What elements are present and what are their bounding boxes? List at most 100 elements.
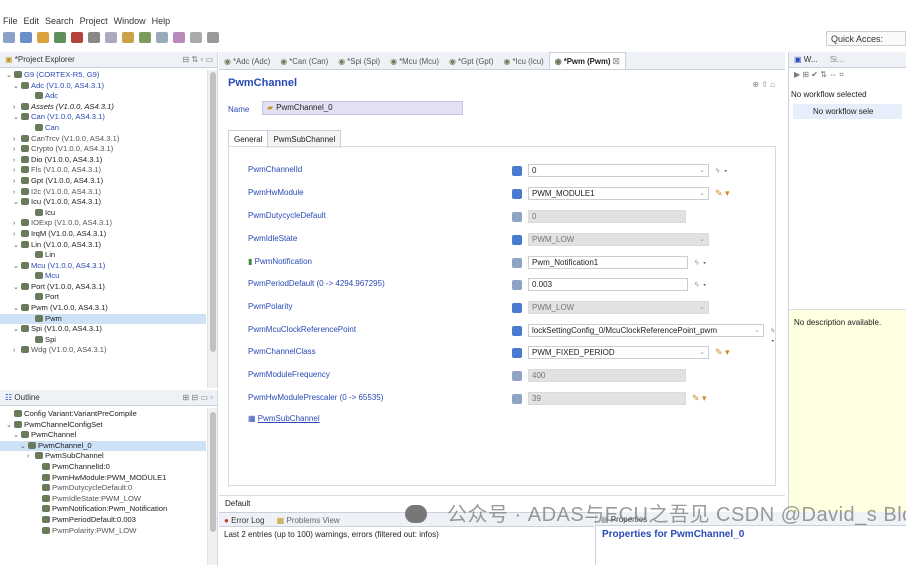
param-actions-icon[interactable]: ᛃ ▾ xyxy=(694,279,707,289)
tree-item[interactable]: Pwm xyxy=(0,313,206,325)
tree-item[interactable]: › CanTrcv (V1.0.0, AS4.3.1) xyxy=(0,134,206,145)
outline-scrollbar[interactable] xyxy=(207,408,217,565)
scroll-thumb[interactable] xyxy=(210,72,216,352)
tree-item[interactable]: › Fls (V1.0.0, AS4.3.1) xyxy=(0,165,206,176)
expand-chevron-icon[interactable]: ⌄ xyxy=(13,113,21,124)
param-value-field[interactable]: PWM_MODULE1 ⌄ xyxy=(528,187,709,200)
dropdown-arrow-icon[interactable]: ⌄ xyxy=(699,166,705,174)
editor-tab[interactable]: ◉ *Can (Can) xyxy=(275,53,333,69)
menu-help[interactable]: Help xyxy=(152,0,171,28)
name-field[interactable]: ▰ PwmChannel_0 xyxy=(262,101,463,115)
menu-search[interactable]: Search xyxy=(45,0,74,28)
expand-chevron-icon[interactable]: ⌄ xyxy=(13,241,21,252)
sub-channel-link-row[interactable]: ▦ PwmSubChannel xyxy=(248,414,320,423)
param-actions-icon[interactable]: ✎ ▾ xyxy=(715,347,730,358)
param-value-field[interactable]: 0 xyxy=(528,210,686,223)
editor-tab[interactable]: ◉ *Spi (Spi) xyxy=(333,53,385,69)
tree-item[interactable]: › Dio (V1.0.0, AS4.3.1) xyxy=(0,155,206,166)
tree-item[interactable]: Mcu xyxy=(0,271,206,282)
param-actions-icon[interactable]: ᛃ ▾ xyxy=(694,257,707,267)
no-workflow-selection[interactable]: No workflow sele xyxy=(793,104,902,119)
editor-tab[interactable]: ◉ *Mcu (Mcu) xyxy=(385,53,444,69)
tree-item[interactable]: › Assets (V1.0.0, AS4.3.1) xyxy=(0,102,206,113)
tree-item[interactable]: ⌄ Mcu (V1.0.0, AS4.3.1) xyxy=(0,261,206,272)
project-tree-scrollbar[interactable] xyxy=(207,70,217,388)
tree-item[interactable]: PwmChannelId:0 xyxy=(0,462,206,473)
collapse-chevron-icon[interactable]: › xyxy=(13,177,21,188)
editor-header-icons[interactable]: ⊕ ⇧ ⌂ xyxy=(752,80,775,89)
tree-item[interactable]: › Gpt (V1.0.0, AS4.3.1) xyxy=(0,176,206,187)
param-actions-icon[interactable]: ✎ ▾ xyxy=(715,188,730,199)
dropdown-arrow-icon[interactable]: ⌄ xyxy=(699,303,705,311)
tree-item[interactable]: ⌄ Spi (V1.0.0, AS4.3.1) xyxy=(0,324,206,335)
outline-actions-icon[interactable]: ⊞ ⊟ ▭ ▫ xyxy=(179,390,217,405)
tab-error-log[interactable]: ● Error Log xyxy=(219,513,269,526)
expand-chevron-icon[interactable]: ⌄ xyxy=(13,262,21,273)
tree-item[interactable]: › Wdg (V1.0.0, AS4.3.1) xyxy=(0,345,206,356)
param-value-field[interactable]: 0 ⌄ xyxy=(528,164,709,177)
menu-file[interactable]: File xyxy=(3,0,18,28)
toolbar-button-icon[interactable] xyxy=(207,32,219,43)
tree-item[interactable]: PwmIdleState:PWM_LOW xyxy=(0,494,206,505)
menu-window[interactable]: Window xyxy=(114,0,146,28)
toolbar-button-icon[interactable] xyxy=(105,32,117,43)
tree-item[interactable]: ⌄ Port (V1.0.0, AS4.3.1) xyxy=(0,282,206,293)
tree-item[interactable]: Icu xyxy=(0,208,206,219)
toolbar-button-icon[interactable] xyxy=(173,32,185,43)
toolbar-button-icon[interactable] xyxy=(37,32,49,43)
tree-item[interactable]: ⌄ PwmChannel xyxy=(0,430,206,441)
param-actions-icon[interactable]: ✎ ▾ xyxy=(692,393,707,404)
toolbar-button-icon[interactable] xyxy=(122,32,134,43)
tab-si[interactable]: Si... xyxy=(825,52,849,67)
editor-tab[interactable]: ◉ *Gpt (Gpt) xyxy=(444,53,499,69)
toolbar-button-icon[interactable] xyxy=(71,32,83,43)
tab-problems-view[interactable]: ▦ Problems View xyxy=(272,513,345,526)
tree-item[interactable]: › Crypto (V1.0.0, AS4.3.1) xyxy=(0,144,206,155)
param-value-field[interactable]: PWM_LOW ⌄ xyxy=(528,301,709,314)
tree-item[interactable]: ⌄ PwmChannel_0 xyxy=(0,440,206,452)
pwm-sub-channel-link[interactable]: PwmSubChannel xyxy=(258,414,320,423)
param-actions-icon[interactable]: ᛃ ▾ xyxy=(715,165,728,175)
tree-item[interactable]: ⌄ Lin (V1.0.0, AS4.3.1) xyxy=(0,240,206,251)
toolbar-button-icon[interactable] xyxy=(139,32,151,43)
param-value-field[interactable]: 0.003 xyxy=(528,278,688,291)
close-tab-icon[interactable]: ☒ xyxy=(610,57,620,66)
scroll-thumb[interactable] xyxy=(210,412,216,532)
quick-access-input[interactable]: Quick Acces: xyxy=(826,31,906,46)
tree-item[interactable]: › PwmSubChannel xyxy=(0,451,206,462)
param-actions-icon[interactable]: ᛃ ▾ xyxy=(770,325,775,345)
tree-item[interactable]: Port xyxy=(0,292,206,303)
param-value-field[interactable]: 39 xyxy=(528,392,686,405)
param-value-field[interactable]: Pwm_Notification1 xyxy=(528,256,688,269)
editor-tab[interactable]: ◉ *Adc (Adc) xyxy=(219,53,275,69)
collapse-chevron-icon[interactable]: › xyxy=(13,230,21,241)
expand-chevron-icon[interactable]: ⌄ xyxy=(13,198,21,209)
tree-item[interactable]: Spi xyxy=(0,335,206,346)
menu-edit[interactable]: Edit xyxy=(24,0,40,28)
dropdown-arrow-icon[interactable]: ⌄ xyxy=(699,235,705,243)
tab-workflow[interactable]: ▣ W... xyxy=(789,52,823,67)
toolbar-button-icon[interactable] xyxy=(190,32,202,43)
tree-item[interactable]: › IrqM (V1.0.0, AS4.3.1) xyxy=(0,229,206,240)
toolbar-button-icon[interactable] xyxy=(54,32,66,43)
tree-item[interactable]: Can xyxy=(0,123,206,134)
tree-item[interactable]: ⌄ PwmChannelConfigSet xyxy=(0,420,206,431)
toolbar-button-icon[interactable] xyxy=(3,32,15,43)
collapse-chevron-icon[interactable]: › xyxy=(13,346,21,357)
expand-chevron-icon[interactable]: ⌄ xyxy=(13,283,21,294)
menu-project[interactable]: Project xyxy=(80,0,108,28)
tree-item[interactable]: Config Variant:VariantPreCompile xyxy=(0,409,206,420)
expand-chevron-icon[interactable]: ⌄ xyxy=(13,304,21,315)
tree-item[interactable]: ⌄ Adc (V1.0.0, AS4.3.1) xyxy=(0,81,206,92)
expand-chevron-icon[interactable]: ⌄ xyxy=(13,325,21,336)
tree-item[interactable]: Adc xyxy=(0,91,206,102)
tree-item[interactable]: PwmHwModule:PWM_MODULE1 xyxy=(0,473,206,484)
view-menu-icon[interactable]: ⊟ ⇅ ▫ ▭ xyxy=(179,52,217,67)
tree-item[interactable]: Lin xyxy=(0,250,206,261)
dropdown-arrow-icon[interactable]: ⌄ xyxy=(699,189,705,197)
tree-item[interactable]: PwmPeriodDefault:0.003 xyxy=(0,515,206,526)
editor-tab[interactable]: ◉ *Icu (Icu) xyxy=(499,53,549,69)
tree-item[interactable]: PwmNotification:Pwm_Notification xyxy=(0,504,206,515)
tree-item[interactable]: PwmPolarity:PWM_LOW xyxy=(0,526,206,537)
tab-outline[interactable]: ☷ Outline xyxy=(0,390,45,405)
